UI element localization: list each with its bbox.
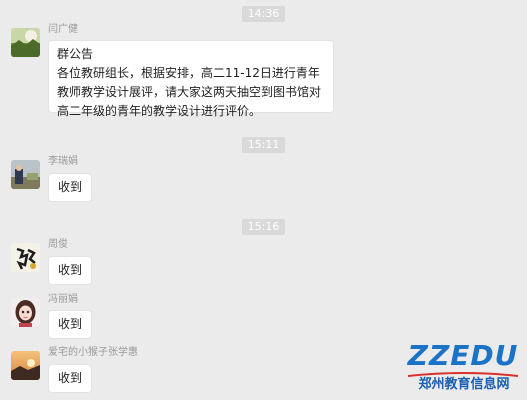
timestamp-label: 15:11 bbox=[241, 137, 286, 153]
announcement-bubble[interactable]: 群公告 各位教研组长，根据安排，高二11-12日进行青年教师教学设计展评，请大家… bbox=[48, 40, 334, 118]
timestamp: 15:16 bbox=[0, 215, 527, 235]
nature-photo-avatar-icon bbox=[11, 28, 40, 57]
sender-name: 爱宅的小猴子张学惠 bbox=[48, 347, 138, 358]
sender-name: 李瑞娟 bbox=[48, 156, 78, 167]
logo-site-name: 郑州教育信息网 bbox=[418, 377, 510, 392]
sender-name: 闫广健 bbox=[48, 24, 78, 35]
doll-avatar-icon bbox=[11, 298, 40, 327]
timestamp: 15:11 bbox=[0, 133, 527, 153]
message-bubble[interactable]: 收到 bbox=[48, 173, 93, 202]
message-text: 收到 bbox=[58, 317, 83, 331]
announcement-title: 群公告 bbox=[57, 47, 94, 61]
timestamp-label: 15:16 bbox=[241, 219, 286, 235]
calligraphy-avatar-icon bbox=[11, 243, 40, 272]
avatar[interactable] bbox=[11, 28, 40, 57]
message-bubble[interactable]: 收到 bbox=[48, 310, 93, 339]
message-bubble[interactable]: 收到 bbox=[48, 256, 93, 285]
watermark-logo: ZZEDU 郑州教育信息网 bbox=[404, 339, 522, 395]
sender-name: 周俊 bbox=[48, 239, 68, 250]
message-text: 收到 bbox=[58, 371, 83, 385]
timestamp-label: 14:36 bbox=[241, 6, 286, 22]
sunset-avatar-icon bbox=[11, 351, 40, 380]
message-bubble[interactable]: 收到 bbox=[48, 364, 93, 393]
message-text: 收到 bbox=[58, 263, 83, 277]
avatar[interactable] bbox=[11, 351, 40, 380]
sender-name: 冯丽娟 bbox=[48, 294, 78, 305]
avatar[interactable] bbox=[11, 243, 40, 272]
timestamp: 14:36 bbox=[0, 2, 527, 22]
announcement-body: 各位教研组长，根据安排，高二11-12日进行青年教师教学设计展评，请大家这两天抽… bbox=[57, 66, 322, 118]
message-text: 收到 bbox=[58, 180, 83, 194]
outdoor-photo-avatar-icon bbox=[11, 160, 40, 189]
logo-brand: ZZEDU bbox=[407, 339, 519, 372]
avatar[interactable] bbox=[11, 160, 40, 189]
avatar[interactable] bbox=[11, 298, 40, 327]
